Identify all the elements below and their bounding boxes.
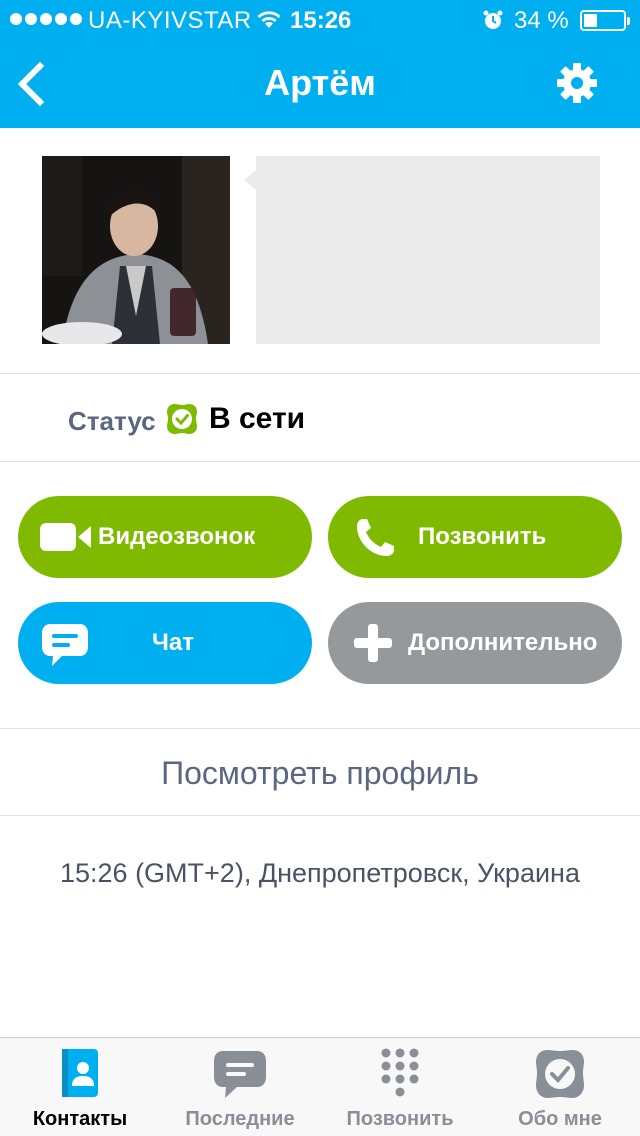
page-title: Артём — [264, 62, 376, 103]
status-label: Статус — [68, 406, 156, 436]
alarm-icon — [483, 10, 503, 29]
mood-message-bubble — [244, 156, 600, 344]
divider — [0, 461, 640, 462]
battery-icon — [580, 10, 630, 31]
ios-status-bar: UA-KYIVSTAR 15:26 34 % — [0, 0, 640, 40]
call-label: Позвонить — [418, 523, 547, 550]
status-value: В сети — [209, 402, 306, 435]
more-options-label: Дополнительно — [408, 629, 598, 656]
tab-dialpad[interactable]: Позвонить — [320, 1038, 480, 1136]
chat-label: Чат — [152, 629, 194, 656]
video-call-button[interactable]: Видеозвонок — [18, 496, 312, 578]
profile-check-icon — [536, 1050, 584, 1098]
online-check-icon — [167, 404, 197, 434]
tab-label: Позвонить — [346, 1108, 454, 1130]
chat-bubble-icon — [42, 624, 88, 666]
tab-about-me[interactable]: Обо мне — [480, 1038, 640, 1136]
contact-avatar[interactable] — [42, 156, 230, 344]
phone-icon — [357, 519, 394, 556]
call-button[interactable]: Позвонить — [328, 496, 622, 578]
nav-header: UA-KYIVSTAR 15:26 34 % Артём — [0, 0, 640, 128]
carrier-name: UA-KYIVSTAR — [88, 7, 252, 34]
bottom-tab-bar: Контакты Последние Позвонить Обо мне — [0, 1037, 640, 1136]
chat-button[interactable]: Чат — [18, 602, 312, 684]
tab-label: Обо мне — [518, 1108, 602, 1130]
presence-status-row: Статус В сети — [0, 376, 640, 460]
divider — [0, 728, 640, 729]
wifi-icon — [257, 11, 281, 28]
view-profile-link[interactable]: Посмотреть профиль — [0, 730, 640, 816]
tab-recent[interactable]: Последние — [160, 1038, 320, 1136]
tab-label: Контакты — [32, 1108, 128, 1130]
avatar-photo — [42, 156, 230, 344]
local-time-location: 15:26 (GMT+2), Днепропетровск, Украина — [60, 858, 580, 888]
tab-label: Последние — [185, 1108, 295, 1130]
divider — [0, 373, 640, 374]
divider — [0, 815, 640, 816]
status-time: 15:26 — [290, 7, 352, 34]
more-options-button[interactable]: Дополнительно — [328, 602, 622, 684]
battery-percent: 34 % — [514, 7, 569, 34]
contacts-icon — [62, 1049, 98, 1097]
signal-strength-icon — [10, 13, 82, 25]
tab-contacts[interactable]: Контакты — [0, 1038, 160, 1136]
dialpad-icon — [381, 1048, 419, 1097]
back-chevron-icon[interactable] — [14, 62, 48, 106]
plus-icon — [354, 624, 392, 662]
gear-icon[interactable] — [556, 62, 598, 104]
video-call-label: Видеозвонок — [98, 523, 256, 550]
recent-chat-icon — [214, 1051, 266, 1098]
video-camera-icon — [40, 523, 91, 551]
